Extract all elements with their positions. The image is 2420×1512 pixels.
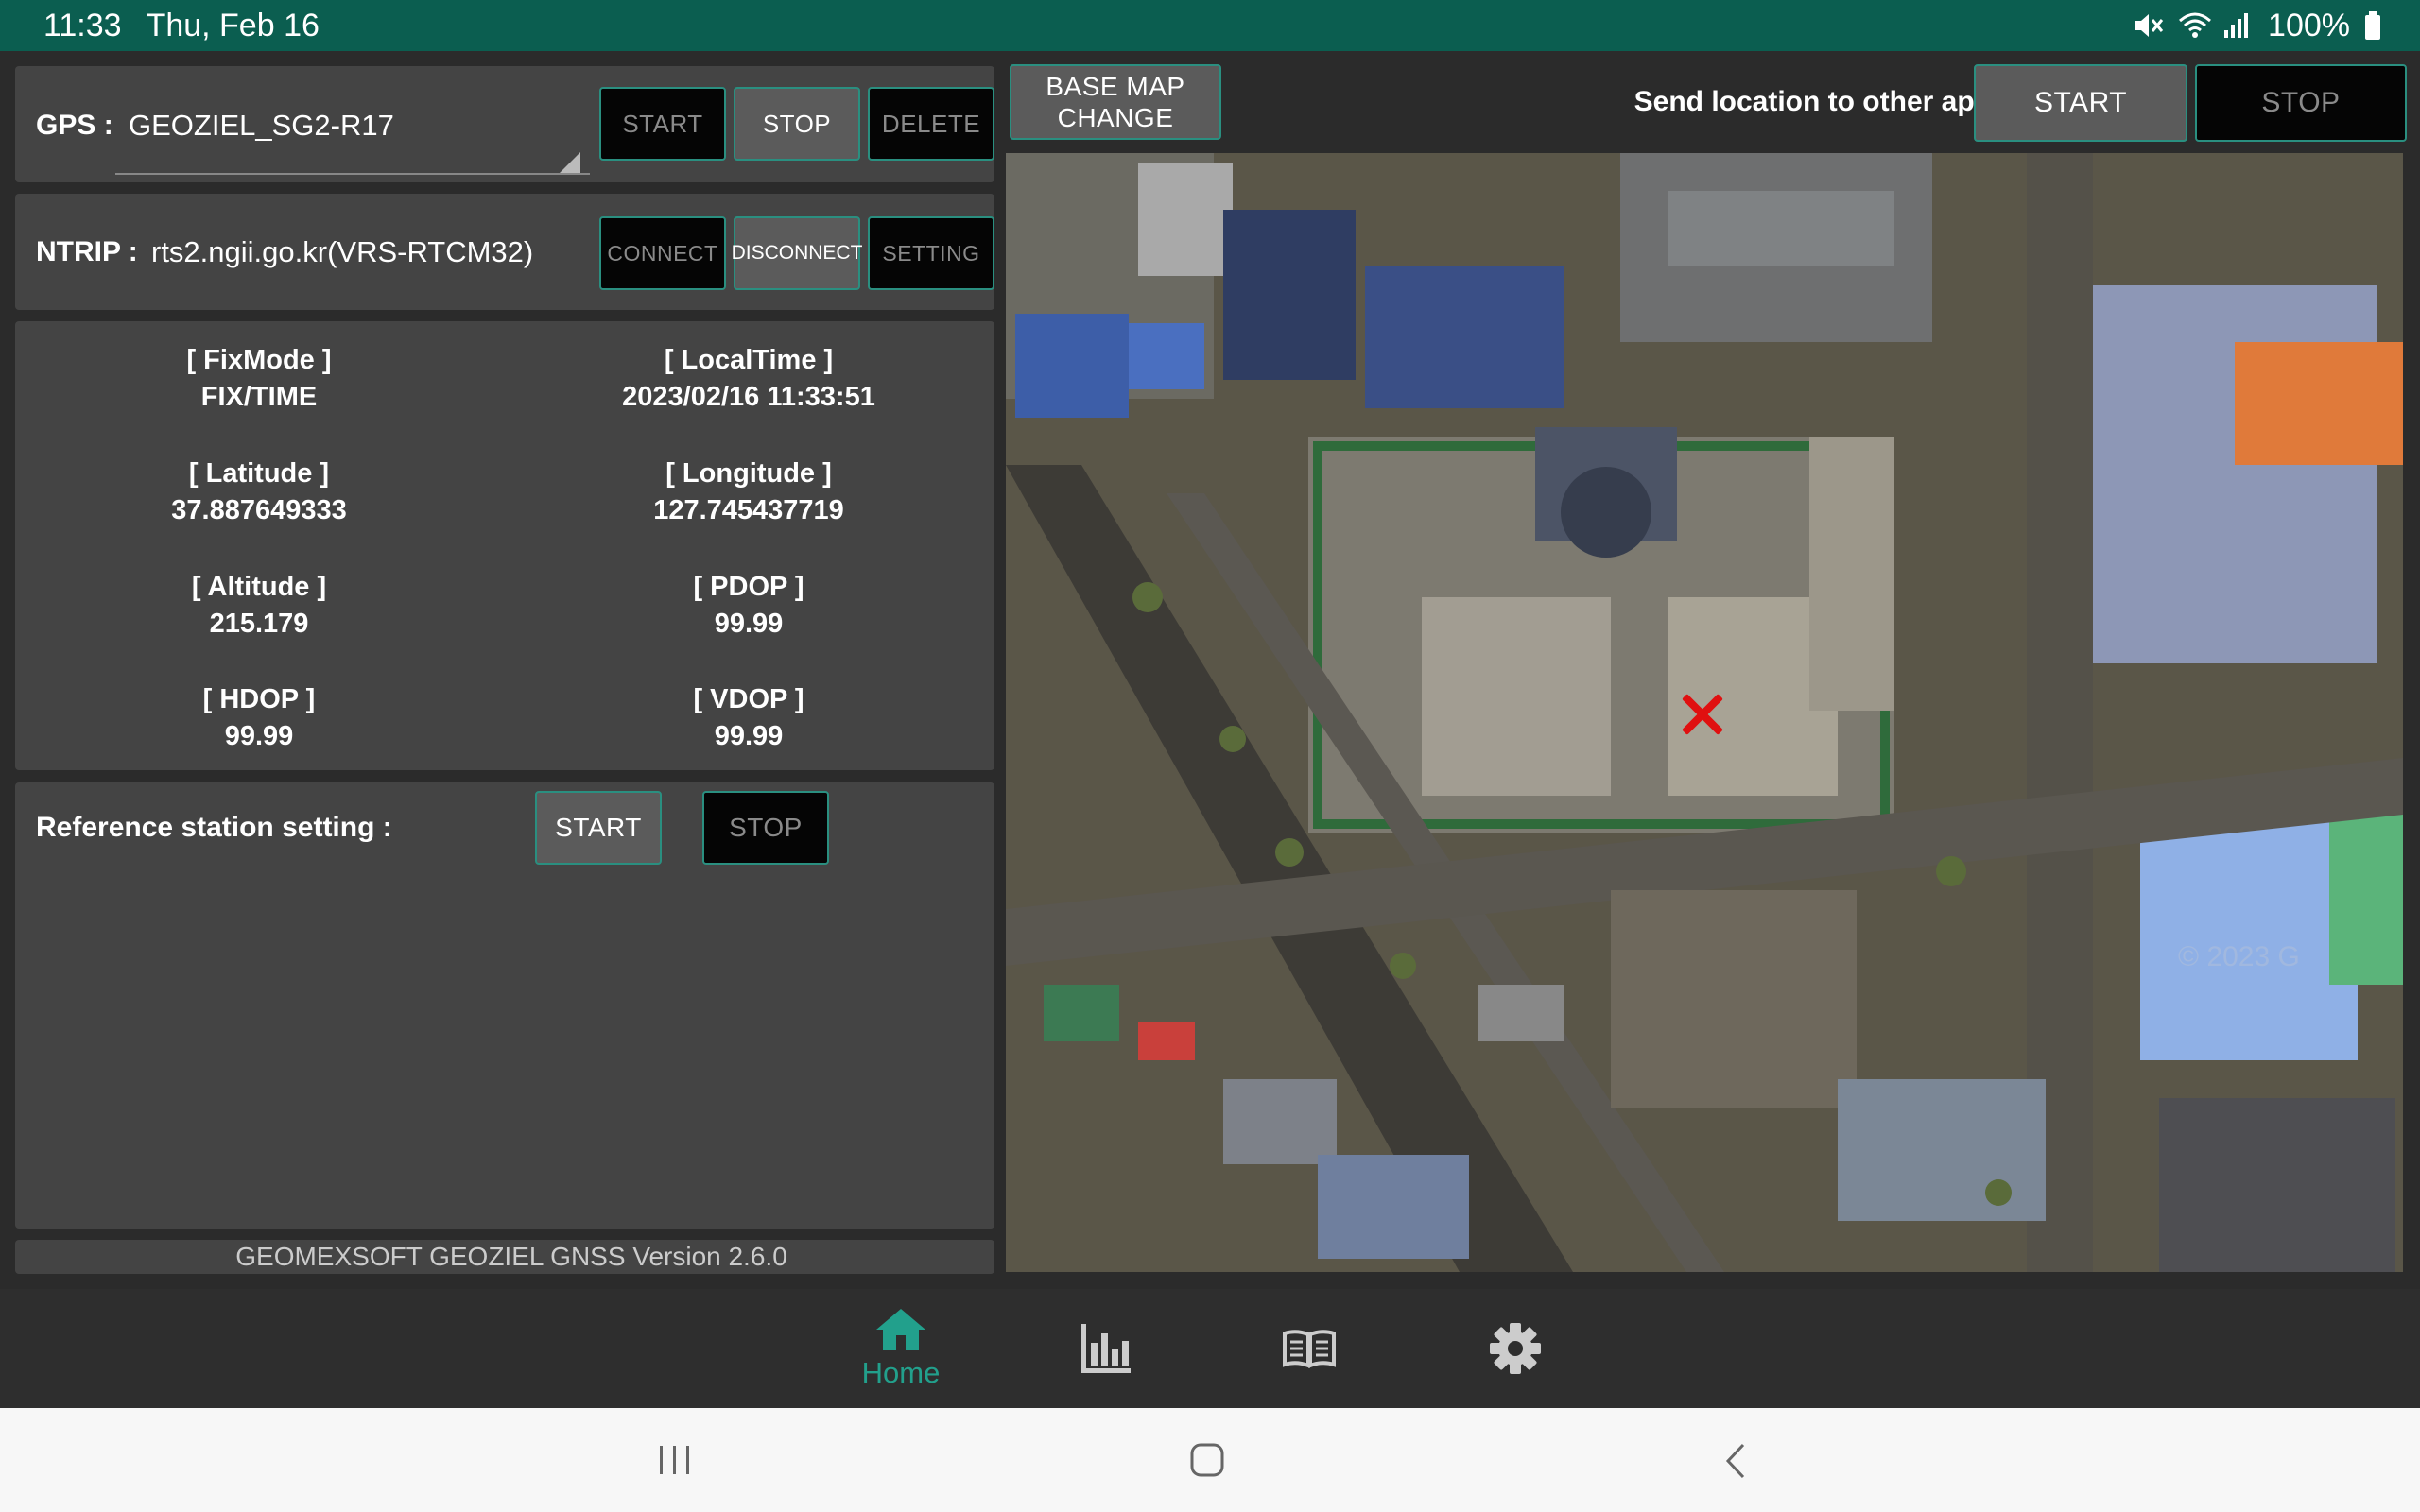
signal-icon [2222,9,2255,42]
gps-device-select[interactable]: GEOZIEL_SG2-R17 [129,109,394,143]
status-date: Thu, Feb 16 [146,7,320,43]
latitude-value: 37.887649333 [171,495,347,525]
fixmode-label: [ FixMode ] [186,345,332,375]
gnss-info-panel: [ FixMode ] FIX/TIME [ LocalTime ] 2023/… [15,321,994,770]
system-navigation-bar [0,1408,2420,1512]
base-map-change-button[interactable]: BASE MAP CHANGE [1010,64,1221,140]
send-location-label: Send location to other apps : [1634,86,2025,117]
gps-panel: GPS : GEOZIEL_SG2-R17 START STOP DELETE [15,66,994,182]
localtime-label: [ LocalTime ] [664,345,834,375]
status-bar: 11:33 Thu, Feb 16 100% [0,0,2420,51]
battery-text: 100% [2268,7,2350,43]
nav-chart[interactable] [1035,1289,1177,1408]
location-marker-icon [1681,693,1724,736]
reference-station-label: Reference station setting : [36,812,392,843]
home-button-icon[interactable] [1189,1442,1225,1478]
nav-home[interactable]: Home [830,1289,972,1408]
recent-apps-icon[interactable] [658,1444,692,1476]
mute-icon [2132,9,2164,42]
gps-stop-button[interactable]: STOP [734,87,860,161]
send-location-start-button[interactable]: START [1974,64,2187,142]
reference-stop-button[interactable]: STOP [702,791,829,865]
back-icon[interactable] [1724,1442,1747,1480]
status-time: 11:33 [43,7,122,43]
wifi-icon [2177,9,2212,42]
map-watermark: © 2023 G [2178,941,2300,972]
gps-start-button[interactable]: START [599,87,726,161]
send-location-stop-button[interactable]: STOP [2195,64,2407,142]
altitude-value: 215.179 [209,609,309,639]
vdop-value: 99.99 [714,721,784,751]
pdop-label: [ PDOP ] [693,572,804,602]
ntrip-panel: NTRIP : rts2.ngii.go.kr(VRS-RTCM32) CONN… [15,194,994,310]
bottom-navigation: Home [0,1289,2420,1408]
vdop-label: [ VDOP ] [693,684,804,714]
ntrip-setting-button[interactable]: SETTING [868,216,994,290]
nav-home-label: Home [861,1356,941,1389]
version-bar: GEOMEXSOFT GEOZIEL GNSS Version 2.6.0 [15,1240,994,1274]
longitude-label: [ Longitude ] [666,458,832,489]
longitude-value: 127.745437719 [653,495,844,525]
hdop-label: [ HDOP ] [202,684,316,714]
home-icon [876,1309,925,1350]
version-text: GEOMEXSOFT GEOZIEL GNSS Version 2.6.0 [235,1242,787,1271]
reference-start-button[interactable]: START [535,791,662,865]
map-toolbar: BASE MAP CHANGE Send location to other a… [1004,62,2407,146]
ntrip-label: NTRIP : [36,236,138,267]
book-icon [1283,1330,1336,1368]
nav-book[interactable] [1238,1289,1380,1408]
battery-icon [2363,9,2382,42]
pdop-value: 99.99 [714,609,784,639]
latitude-label: [ Latitude ] [188,458,330,489]
gps-select-underline [115,173,590,175]
dropdown-arrow-icon[interactable] [560,152,580,173]
gps-delete-button[interactable]: DELETE [868,87,994,161]
localtime-value: 2023/02/16 11:33:51 [622,382,875,412]
fixmode-value: FIX/TIME [200,382,318,412]
hdop-value: 99.99 [224,721,294,751]
reference-station-panel: Reference station setting : START STOP [15,782,994,1228]
ntrip-disconnect-button[interactable]: DISCONNECT [732,216,862,290]
altitude-label: [ Altitude ] [191,572,327,602]
nav-settings[interactable] [1444,1289,1586,1408]
ntrip-connect-button[interactable]: CONNECT [599,216,726,290]
gps-label: GPS : [36,110,113,141]
gear-icon [1490,1323,1541,1374]
chart-icon [1081,1324,1131,1373]
ntrip-server: rts2.ngii.go.kr(VRS-RTCM32) [151,235,534,268]
